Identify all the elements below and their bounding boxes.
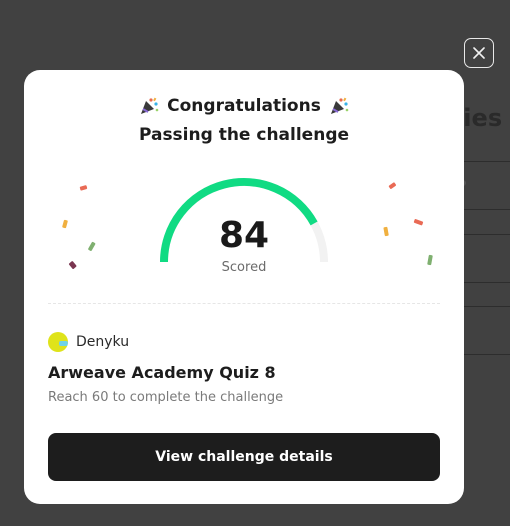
congratulations-modal: Congratulations Passing the challenge 84…: [24, 70, 464, 504]
quiz-title: Arweave Academy Quiz 8: [48, 363, 276, 382]
author-name: Denyku: [76, 334, 130, 350]
author-row: Denyku: [48, 332, 129, 352]
avatar: [48, 332, 68, 352]
quiz-description: Reach 60 to complete the challenge: [48, 390, 284, 405]
modal-divider: [48, 303, 440, 304]
close-icon: [473, 47, 485, 59]
score-value: 84: [218, 215, 270, 256]
score-label: Scored: [221, 260, 267, 275]
close-button[interactable]: [464, 38, 494, 68]
view-challenge-details-button[interactable]: View challenge details: [48, 433, 440, 481]
